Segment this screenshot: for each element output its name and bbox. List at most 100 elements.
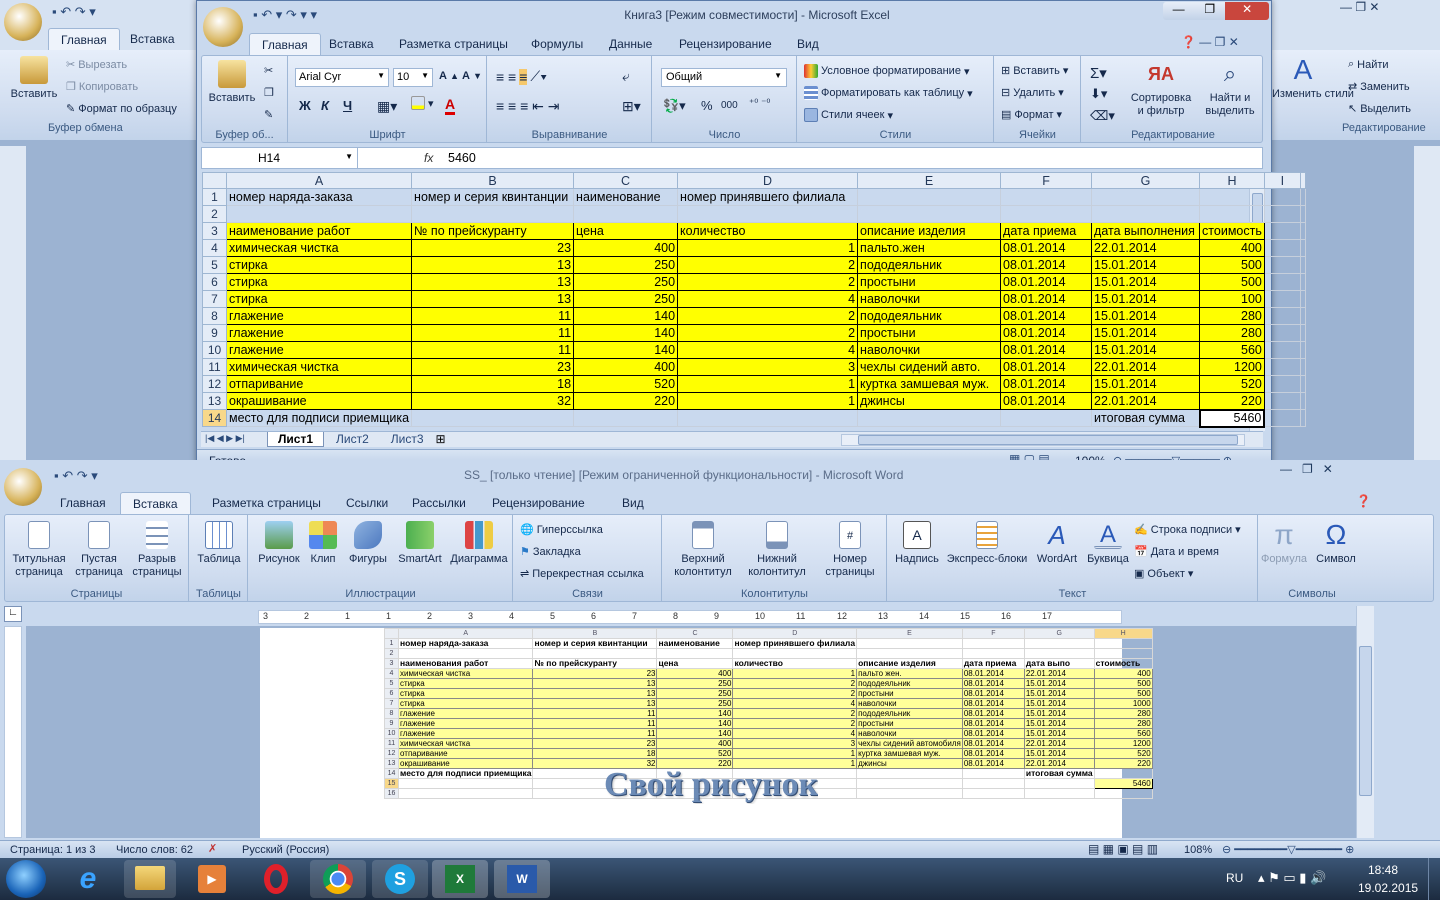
excel-tab-1[interactable]: Вставка: [317, 33, 386, 55]
excel-tab-6[interactable]: Вид: [785, 33, 831, 55]
row-header[interactable]: 13: [202, 392, 227, 410]
back-select-button[interactable]: ↖ Выделить: [1348, 102, 1411, 116]
column-header[interactable]: C: [573, 172, 679, 189]
row-header[interactable]: 4: [202, 239, 227, 257]
excel-help-controls[interactable]: ❓ — ❐ ✕: [1181, 35, 1261, 49]
back-tab-home[interactable]: Главная: [48, 28, 120, 50]
cell[interactable]: 08.01.2014: [1000, 375, 1093, 393]
clock-time[interactable]: 18:48: [1368, 863, 1398, 877]
align-left-icon[interactable]: ≡ ≡ ≡ ⇤ ⇥: [496, 98, 560, 115]
excel-format-painter-icon[interactable]: ✎: [264, 108, 273, 121]
cell[interactable]: отпаривание: [225, 375, 413, 393]
cell[interactable]: 1: [677, 392, 859, 410]
back-window-controls[interactable]: — ❐ ✕: [1340, 0, 1440, 18]
cell[interactable]: 220: [1199, 392, 1265, 410]
cell[interactable]: [857, 205, 1002, 223]
cell[interactable]: [1199, 205, 1265, 223]
minimize-icon[interactable]: —: [1163, 2, 1194, 20]
excel-taskbar-icon[interactable]: X: [432, 860, 488, 898]
row-header[interactable]: 9: [202, 324, 227, 342]
cell[interactable]: 08.01.2014: [1000, 239, 1093, 257]
cell-styles-button[interactable]: Стили ячеек ▾: [804, 108, 893, 122]
row-header[interactable]: 5: [202, 256, 227, 274]
column-header[interactable]: G: [1091, 172, 1201, 189]
align-top-icon[interactable]: ≡ ≡ ≡ ⟋▾: [496, 68, 547, 85]
cell[interactable]: [411, 205, 575, 223]
tray-icons[interactable]: ▴ ⚑ ▭ ▮ 🔊: [1258, 870, 1326, 886]
autosum-button[interactable]: Σ▾: [1090, 64, 1107, 82]
new-sheet-icon[interactable]: ⊞: [436, 432, 446, 446]
office-button[interactable]: [4, 3, 42, 41]
close-icon[interactable]: ✕: [1225, 2, 1269, 20]
wordart-button[interactable]: A WordArt: [1032, 521, 1082, 566]
number-format-box[interactable]: Общий ▼: [661, 68, 787, 87]
cell[interactable]: 08.01.2014: [1000, 273, 1093, 291]
word-tab-6[interactable]: Вид: [610, 492, 656, 514]
italic-button[interactable]: К: [321, 98, 329, 113]
excel-tab-5[interactable]: Рецензирование: [667, 33, 784, 55]
underline-button[interactable]: Ч: [343, 98, 352, 113]
cell[interactable]: 560: [1199, 341, 1265, 359]
cell[interactable]: наименование: [573, 188, 679, 206]
cell[interactable]: простыни: [857, 324, 1002, 342]
cell[interactable]: [1263, 375, 1301, 393]
cell[interactable]: 08.01.2014: [1000, 358, 1093, 376]
format-painter-button[interactable]: ✎ Формат по образцу: [66, 102, 177, 116]
cell[interactable]: 18: [411, 375, 575, 393]
column-header[interactable]: D: [677, 172, 859, 189]
cell[interactable]: стирка: [225, 256, 413, 274]
quick-parts-button[interactable]: Экспресс-блоки: [944, 521, 1030, 566]
conditional-format-button[interactable]: Условное форматирование ▾: [804, 64, 969, 78]
cell[interactable]: [1199, 188, 1265, 206]
cell[interactable]: 250: [573, 290, 679, 308]
cell[interactable]: 4: [677, 290, 859, 308]
cell[interactable]: [1299, 375, 1306, 393]
cell[interactable]: 1200: [1199, 358, 1265, 376]
cell[interactable]: [1299, 358, 1306, 376]
cell[interactable]: 220: [573, 392, 679, 410]
cell[interactable]: 140: [573, 324, 679, 342]
footer-button[interactable]: Нижний колонтитул: [739, 521, 815, 579]
cell[interactable]: наволочки: [857, 341, 1002, 359]
cell[interactable]: 400: [573, 358, 679, 376]
cell[interactable]: 22.01.2014: [1091, 358, 1201, 376]
cell[interactable]: 250: [573, 256, 679, 274]
row-header[interactable]: 3: [202, 222, 227, 240]
skype-icon[interactable]: S: [372, 860, 428, 898]
clear-button[interactable]: ⌫▾: [1090, 108, 1115, 124]
cell[interactable]: [1263, 324, 1301, 342]
cell[interactable]: [573, 409, 679, 427]
bookmark-button[interactable]: ⚑ Закладка: [520, 545, 581, 559]
cell[interactable]: 13: [411, 273, 575, 291]
column-header[interactable]: H: [1199, 172, 1265, 189]
column-header[interactable]: I: [1263, 172, 1301, 189]
formula-button[interactable]: π Формула: [1259, 521, 1309, 566]
format-as-table-button[interactable]: Форматировать как таблицу ▾: [804, 86, 973, 100]
cell[interactable]: [1299, 188, 1306, 206]
sheet-nav-arrows[interactable]: |◀ ◀ ▶ ▶|: [205, 433, 245, 444]
wordart-text[interactable]: Свой рисунок: [604, 766, 818, 804]
cell[interactable]: 520: [573, 375, 679, 393]
cell[interactable]: количество: [677, 222, 859, 240]
cell[interactable]: 08.01.2014: [1000, 290, 1093, 308]
cell[interactable]: дата выполнения: [1091, 222, 1201, 240]
cell[interactable]: 500: [1199, 256, 1265, 274]
cell[interactable]: [573, 205, 679, 223]
horizontal-ruler[interactable]: 3 2 1 1 2 3 4 5 6 7 8 9 10 11 12 13 14 15 16 17: [258, 610, 1122, 624]
cell[interactable]: [1263, 188, 1301, 206]
word-tab-2[interactable]: Разметка страницы: [200, 492, 333, 514]
fill-color-button[interactable]: ▾: [411, 96, 434, 110]
sheet-tab-3[interactable]: Лист3: [381, 432, 434, 447]
picture-button[interactable]: Рисунок: [255, 521, 303, 566]
cell[interactable]: дата приема: [1000, 222, 1093, 240]
cell[interactable]: № по прейскуранту: [411, 222, 575, 240]
cell[interactable]: 2: [677, 256, 859, 274]
cell[interactable]: [411, 409, 575, 427]
cell[interactable]: 15.01.2014: [1091, 375, 1201, 393]
cell[interactable]: стирка: [225, 290, 413, 308]
cell[interactable]: 400: [573, 239, 679, 257]
decimal-buttons[interactable]: ⁺⁰ ⁻⁰: [749, 98, 770, 109]
cell[interactable]: номер принявшего филиала: [677, 188, 859, 206]
fill-button[interactable]: ⬇▾: [1090, 86, 1107, 102]
merge-center-icon[interactable]: ⊞▾: [622, 98, 641, 115]
